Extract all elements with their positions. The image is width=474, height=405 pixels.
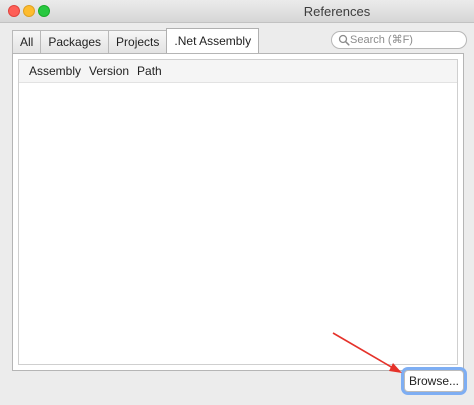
column-header-path[interactable]: Path — [129, 64, 162, 78]
search-icon — [338, 34, 350, 46]
list-header: Assembly Version Path — [19, 60, 457, 83]
window-title: References — [303, 4, 371, 19]
tab-projects[interactable]: Projects — [108, 30, 168, 53]
tab-content-panel: Assembly Version Path — [12, 53, 464, 371]
column-header-version[interactable]: Version — [81, 64, 129, 78]
column-header-assembly[interactable]: Assembly — [19, 64, 81, 78]
references-window: References All Packages Projects .Net As… — [0, 0, 474, 405]
search-field[interactable] — [331, 31, 467, 49]
title-bar: References — [0, 0, 474, 23]
browse-button[interactable]: Browse... — [404, 370, 464, 392]
tab-net-assembly[interactable]: .Net Assembly — [166, 28, 260, 53]
tab-bar: All Packages Projects .Net Assembly — [12, 28, 260, 54]
tab-all[interactable]: All — [12, 30, 42, 53]
search-input[interactable] — [350, 32, 462, 48]
assembly-list[interactable]: Assembly Version Path — [18, 59, 458, 365]
tab-packages[interactable]: Packages — [40, 30, 110, 53]
